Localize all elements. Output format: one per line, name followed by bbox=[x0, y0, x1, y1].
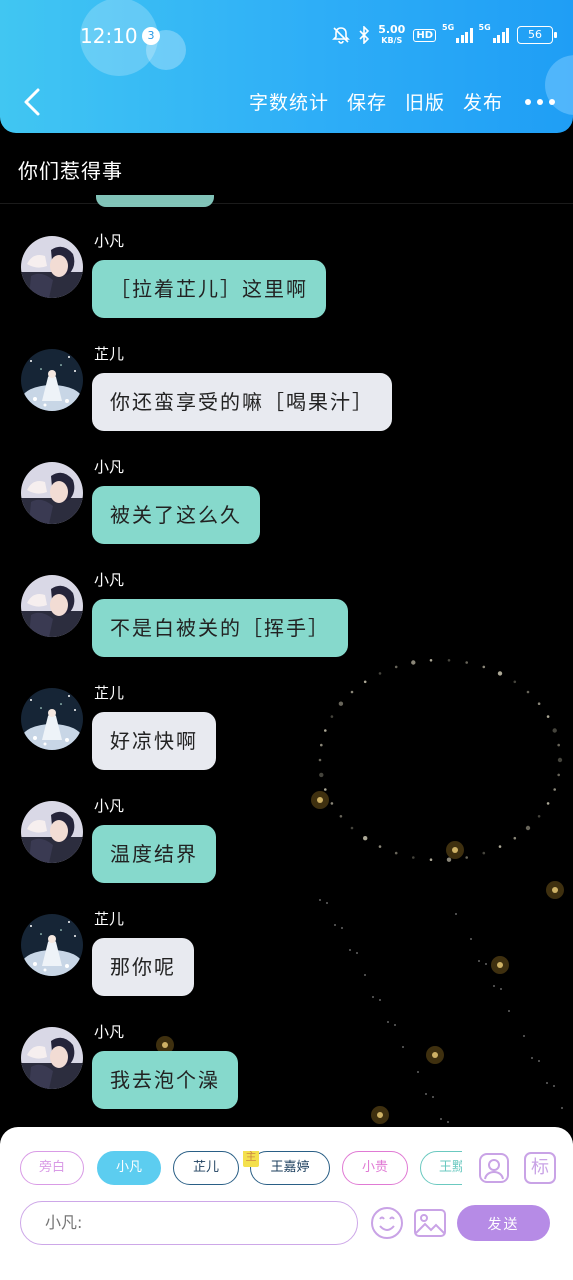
message-bubble[interactable]: 你还蛮享受的嘛［喝果汁］ bbox=[92, 373, 392, 431]
status-icons: 5.00 KB/S HD 5G 5G 56 bbox=[332, 23, 557, 46]
role-chip-narrator[interactable]: 旁白 bbox=[20, 1151, 84, 1185]
sender-name: 小凡 bbox=[94, 1023, 125, 1041]
notification-badge: 3 bbox=[142, 27, 160, 45]
avatar[interactable] bbox=[21, 349, 83, 411]
message-bubble[interactable]: 不是白被关的［挥手］ bbox=[92, 599, 348, 657]
mute-bell-icon bbox=[332, 27, 351, 44]
message-bubble[interactable]: ［拉着芷儿］这里啊 bbox=[92, 260, 326, 318]
app-header: 12:10 3 5.00 KB/S HD 5G 5G 56 字数统计 保存 旧版… bbox=[0, 0, 573, 133]
role-selector: 旁白 小凡 芷儿 王嘉婷 主 小贵 王黥 bbox=[20, 1151, 462, 1189]
tag-icon[interactable]: 标 bbox=[524, 1152, 556, 1184]
sender-name: 芷儿 bbox=[94, 684, 125, 702]
message-item[interactable]: 小凡 不是白被关的［挥手］ bbox=[0, 569, 573, 682]
status-time: 12:10 bbox=[80, 24, 138, 48]
sender-name: 小凡 bbox=[94, 797, 125, 815]
role-chip-zhier[interactable]: 芷儿 bbox=[173, 1151, 239, 1185]
signal-label: 5G bbox=[442, 23, 455, 32]
send-button[interactable]: 发送 bbox=[457, 1205, 550, 1241]
role-chip-xiaogui[interactable]: 小贵 bbox=[342, 1151, 408, 1185]
avatar[interactable] bbox=[21, 236, 83, 298]
battery-indicator: 56 bbox=[517, 26, 557, 44]
image-icon[interactable] bbox=[412, 1205, 448, 1241]
more-menu-icon[interactable] bbox=[525, 98, 555, 105]
emoji-icon[interactable] bbox=[369, 1205, 405, 1241]
sender-name: 芷儿 bbox=[94, 910, 125, 928]
hd-badge: HD bbox=[413, 28, 436, 42]
owner-tag: 主 bbox=[243, 1151, 259, 1167]
message-item[interactable]: 小凡 被关了这么久 bbox=[0, 456, 573, 569]
publish-button[interactable]: 发布 bbox=[463, 88, 503, 115]
avatar[interactable] bbox=[21, 914, 83, 976]
composer-panel: 旁白 小凡 芷儿 王嘉婷 主 小贵 王黥 标 发送 bbox=[0, 1127, 573, 1280]
message-input[interactable] bbox=[20, 1201, 358, 1245]
message-bubble[interactable]: 我去泡个澡 bbox=[92, 1051, 238, 1109]
sender-name: 小凡 bbox=[94, 232, 125, 250]
signal-icon: 5G bbox=[442, 23, 473, 43]
message-bubble[interactable]: 温度结界 bbox=[92, 825, 216, 883]
previous-bubble-edge bbox=[96, 195, 214, 207]
old-version-button[interactable]: 旧版 bbox=[405, 88, 445, 115]
avatar[interactable] bbox=[21, 688, 83, 750]
story-title: 你们惹得事 bbox=[18, 159, 123, 183]
message-item[interactable]: 芷儿 你还蛮享受的嘛［喝果汁］ bbox=[0, 343, 573, 456]
bluetooth-icon bbox=[359, 26, 370, 44]
message-item[interactable]: 小凡 温度结界 bbox=[0, 795, 573, 908]
role-chip-wangqing[interactable]: 王黥 bbox=[420, 1151, 462, 1185]
sender-name: 小凡 bbox=[94, 458, 125, 476]
avatar[interactable] bbox=[21, 801, 83, 863]
message-input-field[interactable] bbox=[43, 1212, 327, 1233]
header-toolbar: 字数统计 保存 旧版 发布 bbox=[231, 88, 555, 115]
message-item[interactable]: 芷儿 好凉快啊 bbox=[0, 682, 573, 795]
message-item[interactable]: 小凡 我去泡个澡 bbox=[0, 1021, 573, 1134]
avatar[interactable] bbox=[21, 462, 83, 524]
save-button[interactable]: 保存 bbox=[347, 88, 387, 115]
signal-icon: 5G bbox=[479, 23, 509, 43]
message-bubble[interactable]: 那你呢 bbox=[92, 938, 194, 996]
message-bubble[interactable]: 被关了这么久 bbox=[92, 486, 260, 544]
net-speed-value: 5.00 bbox=[378, 23, 406, 36]
message-bubble[interactable]: 好凉快啊 bbox=[92, 712, 216, 770]
role-chip-wangjiating[interactable]: 王嘉婷 bbox=[250, 1151, 330, 1185]
net-speed-unit: KB/S bbox=[381, 36, 403, 45]
role-chip-xiaofan[interactable]: 小凡 bbox=[97, 1151, 161, 1185]
sender-name: 芷儿 bbox=[94, 345, 125, 363]
story-title-bar: 你们惹得事 bbox=[0, 133, 573, 204]
sender-name: 小凡 bbox=[94, 571, 125, 589]
avatar[interactable] bbox=[21, 575, 83, 637]
character-profile-icon[interactable] bbox=[478, 1152, 510, 1184]
avatar[interactable] bbox=[21, 1027, 83, 1089]
back-arrow-icon[interactable] bbox=[16, 84, 52, 120]
net-speed: 5.00 KB/S bbox=[378, 24, 405, 46]
message-item[interactable]: 芷儿 那你呢 bbox=[0, 908, 573, 1021]
word-count-button[interactable]: 字数统计 bbox=[249, 88, 329, 115]
signal-label: 5G bbox=[478, 23, 491, 32]
message-item[interactable]: 小凡 ［拉着芷儿］这里啊 bbox=[0, 230, 573, 343]
